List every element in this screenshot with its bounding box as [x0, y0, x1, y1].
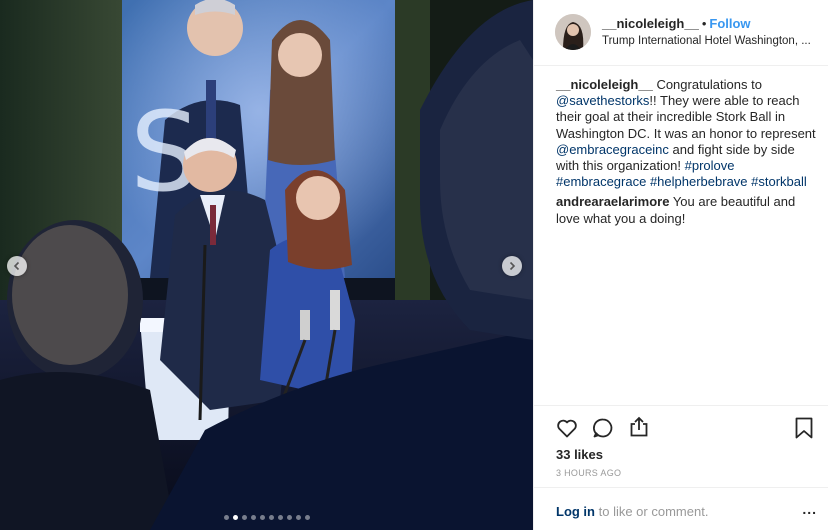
caption-text: Congratulations to: [652, 77, 762, 92]
bookmark-icon: [795, 417, 813, 439]
carousel-dot: [295, 515, 301, 520]
likes-count[interactable]: 33 likes: [556, 447, 603, 462]
avatar-image: [555, 14, 591, 50]
carousel-dot: [268, 515, 274, 520]
login-prompt-text: to like or comment.: [595, 504, 709, 519]
chevron-right-icon: [509, 261, 516, 271]
mention-link[interactable]: @savethestorks: [556, 93, 649, 108]
post-sidebar: __nicoleleigh__ • Follow Trump Internation…: [533, 0, 828, 530]
carousel-dot: [259, 515, 265, 520]
post-caption: __nicoleleigh__ Congratulations to @save…: [556, 77, 816, 190]
save-button[interactable]: [793, 416, 815, 445]
caption-username[interactable]: __nicoleleigh__: [556, 77, 653, 92]
separator-dot: •: [701, 16, 707, 31]
carousel-dot: [286, 515, 292, 520]
carousel-dot: [241, 515, 247, 520]
share-button[interactable]: [627, 415, 651, 444]
post-actions: 33 likes 3 HOURS AGO: [534, 405, 828, 483]
heart-icon: [557, 419, 577, 438]
hashtag-link[interactable]: #embracegrace: [556, 174, 646, 189]
post-header: __nicoleleigh__ • Follow Trump Internation…: [534, 0, 828, 66]
carousel-dot-active: [232, 515, 238, 520]
comment-button[interactable]: [591, 416, 615, 445]
carousel-indicator: [0, 515, 533, 520]
login-prompt: Log in to like or comment. ...: [534, 487, 828, 530]
carousel-dot: [250, 515, 256, 520]
comment-username[interactable]: andrearaelarimore: [556, 194, 669, 209]
previous-photo-button[interactable]: [7, 256, 27, 276]
like-button[interactable]: [555, 416, 579, 445]
hashtag-link[interactable]: #prolove: [685, 158, 735, 173]
carousel-dot: [304, 515, 310, 520]
avatar[interactable]: [555, 14, 591, 50]
login-link[interactable]: Log in: [556, 504, 595, 519]
event-stage-photo: S: [0, 0, 533, 530]
mention-link[interactable]: @embracegraceinc: [556, 142, 669, 157]
post-username[interactable]: __nicoleleigh__: [602, 16, 699, 31]
chevron-left-icon: [13, 261, 20, 271]
post-timestamp[interactable]: 3 HOURS AGO: [556, 468, 621, 478]
hashtag-link[interactable]: #helpherbebrave: [650, 174, 748, 189]
next-photo-button[interactable]: [502, 256, 522, 276]
post-photo[interactable]: S: [0, 0, 533, 530]
comment-item: andrearaelarimore You are beautiful and …: [556, 194, 816, 226]
more-options-button[interactable]: ...: [802, 501, 817, 517]
comments-list: __nicoleleigh__ Congratulations to @save…: [556, 77, 816, 231]
comment-icon: [593, 418, 613, 438]
carousel-dot: [277, 515, 283, 520]
share-icon: [630, 416, 648, 437]
carousel-dot: [223, 515, 229, 520]
hashtag-link[interactable]: #storkball: [751, 174, 807, 189]
post-location[interactable]: Trump International Hotel Washington, ..…: [602, 35, 814, 47]
follow-button[interactable]: Follow: [709, 16, 750, 31]
